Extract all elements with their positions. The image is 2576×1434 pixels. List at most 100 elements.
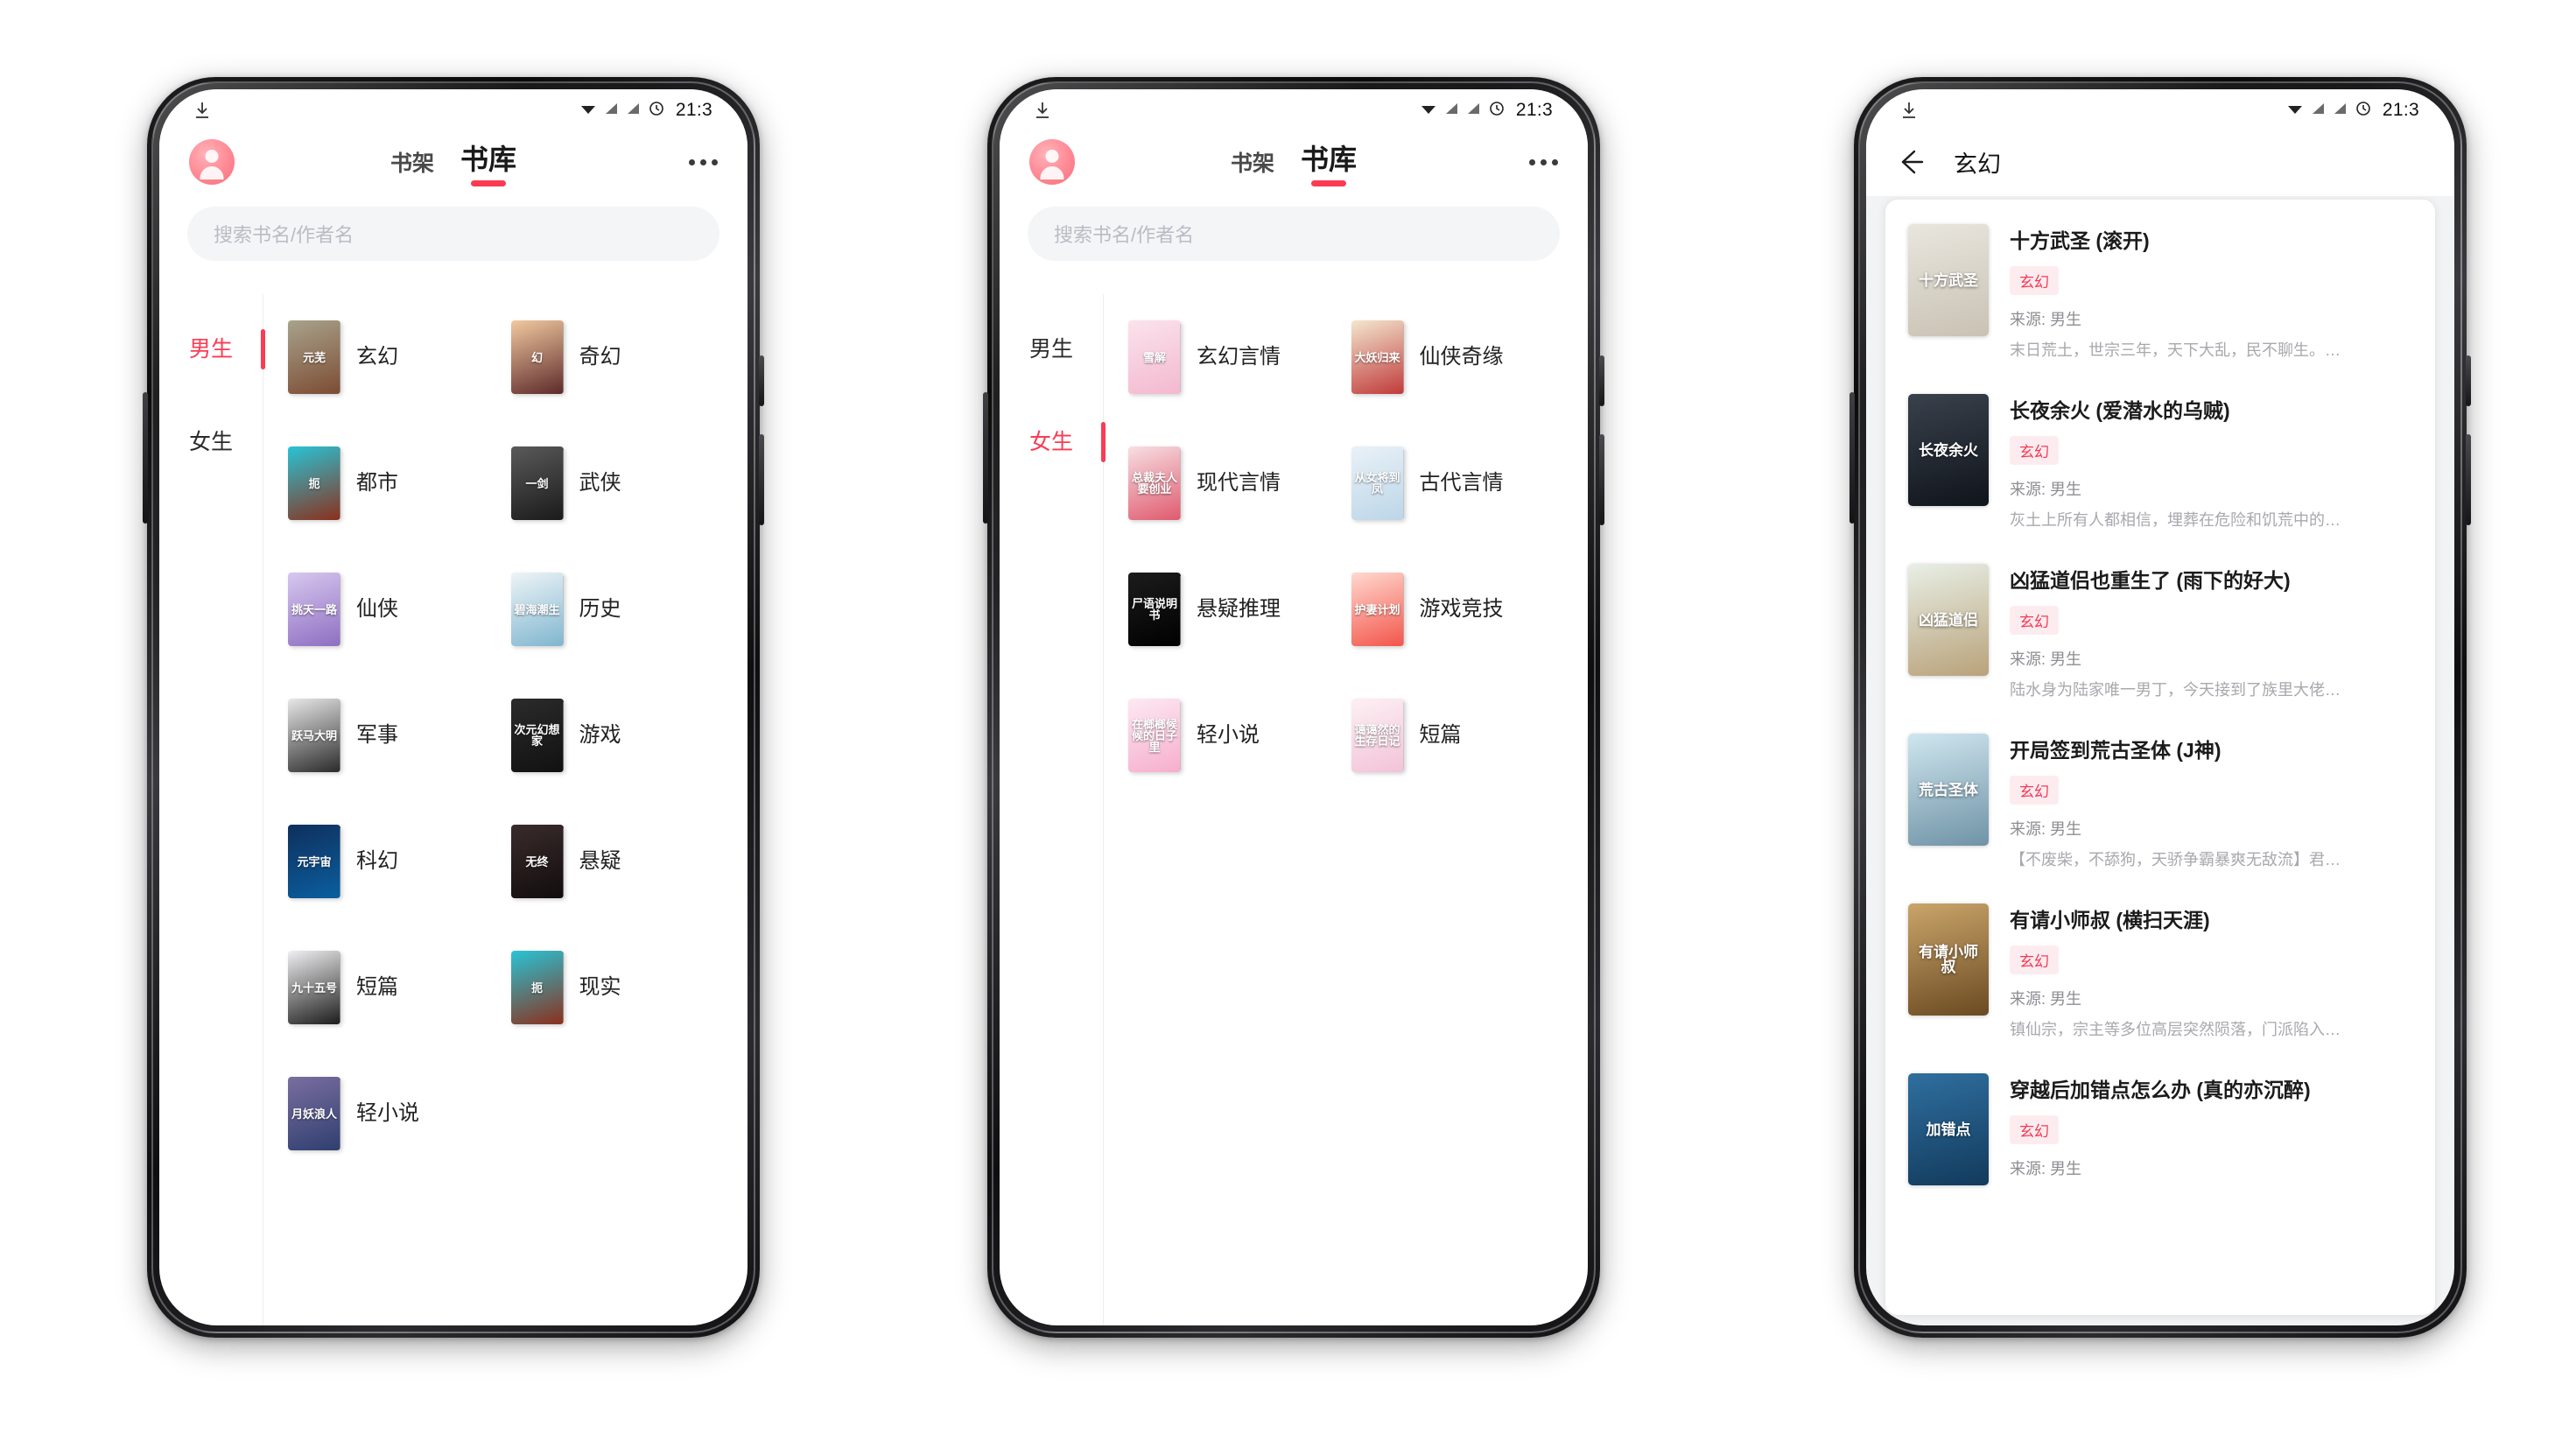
category-cover: 扼 bbox=[288, 446, 340, 520]
category-label: 短篇 bbox=[356, 974, 398, 999]
category-item[interactable]: 扼 现实 bbox=[510, 924, 734, 1051]
power-button[interactable] bbox=[2466, 355, 2471, 406]
power-button[interactable] bbox=[759, 355, 764, 406]
tab-shelf[interactable]: 书架 bbox=[1231, 146, 1274, 186]
sidebar-item-female-label: 女生 bbox=[1028, 430, 1073, 454]
book-list[interactable]: 十方武圣 十方武圣 (滚开) 玄幻 来源: 男生 末日荒土，世宗三年，天下大乱，民不聊生… bbox=[1885, 200, 2435, 1315]
book-description: 灰土上所有人都相信，埋葬在危险和饥荒中的… bbox=[2010, 511, 2341, 529]
tab-library[interactable]: 书库 bbox=[1301, 137, 1357, 186]
book-title: 长夜余火 (爱潜水的乌贼) bbox=[2010, 399, 2230, 422]
category-item[interactable]: 大妖归来 仙侠奇缘 bbox=[1351, 294, 1575, 420]
category-item[interactable]: 护妻计划 游戏竞技 bbox=[1351, 546, 1575, 672]
category-item[interactable]: 一剑 武侠 bbox=[510, 420, 734, 546]
cover-art-text: 幻 bbox=[530, 350, 543, 364]
status-time: 21:3 bbox=[1515, 100, 1553, 120]
signal-icon bbox=[1445, 102, 1459, 120]
book-title: 穿越后加错点怎么办 (真的亦沉醉) bbox=[2010, 1079, 2311, 1101]
book-cover: 加错点 bbox=[1908, 1073, 1989, 1185]
status-badge: 玄幻 bbox=[2010, 436, 2059, 465]
category-item[interactable]: 元宇宙 科幻 bbox=[288, 798, 511, 924]
active-indicator bbox=[261, 329, 265, 369]
cover-art-text: 护妻计划 bbox=[1354, 602, 1400, 616]
cover-art-text: 总裁夫人要创业 bbox=[1131, 471, 1177, 496]
category-item[interactable]: 总裁夫人要创业 现代言情 bbox=[1128, 420, 1351, 546]
category-item[interactable]: 次元幻想家 游戏 bbox=[510, 672, 734, 798]
category-cover: 幻 bbox=[510, 320, 564, 394]
status-bar: 21:3 bbox=[1000, 89, 1588, 128]
cover-art-text: 挑天一路 bbox=[291, 602, 337, 616]
side-button[interactable] bbox=[2466, 434, 2471, 525]
more-menu-icon[interactable] bbox=[689, 158, 718, 165]
alarm-icon bbox=[2355, 101, 2371, 121]
sidebar-item-male[interactable]: 男生 bbox=[159, 301, 263, 394]
category-label: 科幻 bbox=[356, 848, 398, 873]
status-badge: 玄幻 bbox=[2010, 1115, 2059, 1144]
category-item[interactable]: 跃马大明 军事 bbox=[288, 672, 511, 798]
sidebar-item-male-label: 男生 bbox=[188, 337, 233, 362]
category-label: 奇幻 bbox=[579, 344, 621, 369]
book-list-item[interactable]: 有请小师叔 有请小师叔 (横扫天涯) 玄幻 来源: 男生 镇仙宗，宗主等多位高层突然陨落… bbox=[1885, 884, 2435, 1054]
category-item[interactable]: 幻 奇幻 bbox=[510, 294, 734, 420]
sidebar-item-female[interactable]: 女生 bbox=[159, 394, 263, 487]
power-button[interactable] bbox=[1599, 355, 1604, 406]
category-item[interactable]: 尸语说明书 悬疑推理 bbox=[1128, 546, 1351, 672]
volume-button[interactable] bbox=[983, 392, 988, 524]
cover-art-text: 蔼蔼然的生存日记 bbox=[1354, 723, 1400, 748]
category-cover: 元芜 bbox=[288, 320, 340, 394]
tab-library[interactable]: 书库 bbox=[460, 137, 516, 186]
cover-art-text: 月妖浪人 bbox=[291, 1107, 337, 1121]
category-item[interactable]: 月妖浪人 轻小说 bbox=[288, 1051, 511, 1177]
category-item[interactable]: 挑天一路 仙侠 bbox=[288, 546, 511, 672]
category-label: 都市 bbox=[356, 470, 398, 495]
search-input[interactable]: 搜索书名/作者名 bbox=[187, 207, 719, 261]
more-menu-icon[interactable] bbox=[1529, 158, 1558, 165]
volume-button[interactable] bbox=[1850, 392, 1855, 524]
category-item[interactable]: 从女将到凤 古代言情 bbox=[1351, 420, 1575, 546]
category-label: 悬疑 bbox=[579, 848, 621, 873]
book-source: 来源: 男生 bbox=[2010, 1160, 2082, 1177]
book-description: 【不废柴，不舔狗，天骄争霸暴爽无敌流】君… bbox=[2010, 851, 2341, 868]
category-label: 军事 bbox=[356, 722, 398, 747]
category-item[interactable]: 蔼蔼然的生存日记 短篇 bbox=[1351, 672, 1575, 798]
category-item[interactable]: 九十五号 短篇 bbox=[288, 924, 511, 1051]
book-list-item[interactable]: 加错点 穿越后加错点怎么办 (真的亦沉醉) 玄幻来源: 男生 bbox=[1885, 1054, 2435, 1201]
tab-shelf[interactable]: 书架 bbox=[390, 146, 434, 186]
tab-shelf-label: 书架 bbox=[390, 151, 434, 176]
book-source: 来源: 男生 bbox=[2010, 990, 2082, 1008]
book-info: 长夜余火 (爱潜水的乌贼) 玄幻 来源: 男生 灰土上所有人都相信，埋葬在危险和饥荒中… bbox=[2010, 394, 2412, 531]
book-info: 有请小师叔 (横扫天涯) 玄幻 来源: 男生 镇仙宗，宗主等多位高层突然陨落，门派陷入… bbox=[2010, 903, 2412, 1040]
category-item[interactable]: 在榔榔候候的日子里 轻小说 bbox=[1128, 672, 1351, 798]
sidebar-item-male[interactable]: 男生 bbox=[1000, 301, 1103, 394]
book-description: 镇仙宗，宗主等多位高层突然陨落，门派陷入… bbox=[2010, 1021, 2341, 1038]
category-label: 现实 bbox=[579, 974, 621, 999]
category-item[interactable]: 雪解 玄幻言情 bbox=[1128, 294, 1351, 420]
download-icon bbox=[193, 100, 212, 121]
category-cover: 蔼蔼然的生存日记 bbox=[1351, 699, 1404, 772]
phone-2: 21:3 书架 书库 搜索书名/作者名 男生 女生 雪解 玄幻言情 大妖归来 仙… bbox=[983, 77, 1604, 1338]
badge-wrap: 玄幻 bbox=[2010, 606, 2412, 647]
category-label: 古代言情 bbox=[1419, 470, 1504, 495]
book-cover: 有请小师叔 bbox=[1908, 903, 1989, 1016]
category-item[interactable]: 无终 悬疑 bbox=[510, 798, 734, 924]
category-item[interactable]: 元芜 玄幻 bbox=[288, 294, 511, 420]
back-arrow-icon[interactable] bbox=[1896, 147, 1926, 177]
phone-2-screen: 21:3 书架 书库 搜索书名/作者名 男生 女生 雪解 玄幻言情 大妖归来 仙… bbox=[1000, 89, 1588, 1325]
side-button[interactable] bbox=[1599, 434, 1604, 525]
signal2-icon bbox=[2334, 102, 2348, 120]
wifi-icon bbox=[579, 102, 597, 120]
category-item[interactable]: 扼 都市 bbox=[288, 420, 511, 546]
search-placeholder: 搜索书名/作者名 bbox=[214, 224, 354, 246]
book-cover: 十方武圣 bbox=[1908, 224, 1989, 336]
volume-button[interactable] bbox=[143, 392, 148, 524]
book-list-item[interactable]: 十方武圣 十方武圣 (滚开) 玄幻 来源: 男生 末日荒土，世宗三年，天下大乱，民不聊生… bbox=[1885, 205, 2435, 375]
book-list-item[interactable]: 荒古圣体 开局签到荒古圣体 (J神) 玄幻 来源: 男生 【不废柴，不舔狗，天骄争霸暴爽… bbox=[1885, 714, 2435, 884]
phone-1-screen: 21:3 书架 书库 搜索书名/作者名 男生 女生 元芜 玄幻 幻 奇幻 扼 都… bbox=[159, 89, 748, 1325]
sidebar-item-female[interactable]: 女生 bbox=[1000, 394, 1103, 487]
category-item[interactable]: 碧海潮生 历史 bbox=[510, 546, 734, 672]
cover-art-text: 碧海潮生 bbox=[514, 602, 560, 616]
book-list-item[interactable]: 凶猛道侣 凶猛道侣也重生了 (雨下的好大) 玄幻 来源: 男生 陆水身为陆家唯一男丁，今… bbox=[1885, 545, 2435, 714]
search-input[interactable]: 搜索书名/作者名 bbox=[1028, 207, 1560, 261]
cover-art-text: 有请小师叔 bbox=[1919, 944, 1978, 975]
side-button[interactable] bbox=[759, 434, 764, 525]
book-list-item[interactable]: 长夜余火 长夜余火 (爱潜水的乌贼) 玄幻 来源: 男生 灰土上所有人都相信，埋葬在危险… bbox=[1885, 375, 2435, 545]
